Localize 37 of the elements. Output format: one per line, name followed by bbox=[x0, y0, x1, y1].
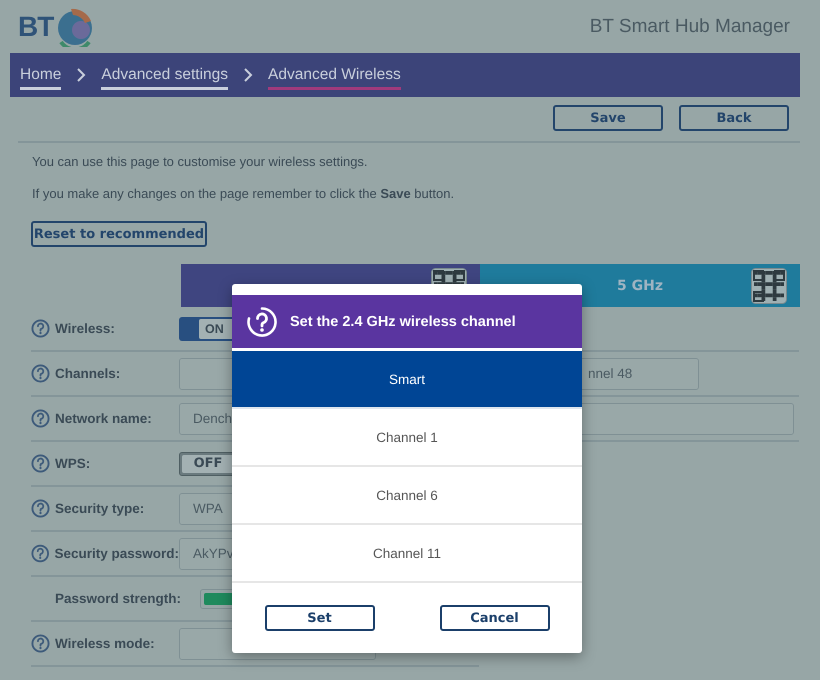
channel-option[interactable]: Channel 11 bbox=[232, 525, 582, 583]
logo-text: BT bbox=[18, 10, 54, 42]
field-label: WPS: bbox=[55, 456, 90, 471]
dialog-button[interactable]: Cancel bbox=[440, 605, 550, 631]
dialog-button[interactable]: Set bbox=[264, 605, 374, 631]
chevron-icon bbox=[75, 67, 88, 83]
breadcrumb-link[interactable]: Advanced Wireless bbox=[268, 60, 401, 90]
channel-option[interactable]: Channel 6 bbox=[232, 467, 582, 525]
breadcrumb-link[interactable]: Advanced settings bbox=[101, 60, 228, 90]
action-button[interactable]: Back bbox=[679, 105, 789, 131]
channel-option[interactable]: Channel 1 bbox=[232, 409, 582, 467]
field-label: Security password: bbox=[54, 546, 179, 561]
help-icon[interactable] bbox=[31, 544, 50, 563]
intro-text: You can use this page to customise your wireless settings. bbox=[32, 153, 369, 171]
field-label: Network name: bbox=[55, 411, 152, 426]
help-icon[interactable] bbox=[31, 409, 50, 428]
dialog-title: Set the 2.4 GHz wireless channel bbox=[290, 314, 516, 330]
help-icon[interactable] bbox=[31, 319, 50, 338]
help-icon[interactable] bbox=[31, 364, 50, 383]
globe-icon bbox=[55, 6, 94, 46]
breadcrumb-link[interactable]: Home bbox=[20, 60, 62, 90]
field-label: Wireless: bbox=[55, 321, 115, 336]
help-icon bbox=[246, 306, 278, 338]
qr-code-icon[interactable] bbox=[751, 268, 787, 304]
channel-option[interactable]: Smart bbox=[232, 351, 582, 409]
field-label: Wireless mode: bbox=[55, 636, 155, 651]
chevron-icon bbox=[242, 67, 254, 83]
intro-text: If you make any changes on the page remember to click the Save button. bbox=[32, 185, 456, 203]
help-icon[interactable] bbox=[31, 454, 50, 473]
field-label: Password strength: bbox=[55, 591, 182, 606]
help-icon[interactable] bbox=[31, 634, 50, 653]
help-icon[interactable] bbox=[31, 499, 50, 518]
field-label: Security type: bbox=[55, 501, 144, 516]
app-title: BT Smart Hub Manager bbox=[590, 16, 790, 38]
field-label: Channels: bbox=[55, 366, 120, 381]
action-button[interactable]: Save bbox=[553, 105, 663, 131]
reset-button[interactable]: Reset to recommended bbox=[31, 221, 207, 247]
